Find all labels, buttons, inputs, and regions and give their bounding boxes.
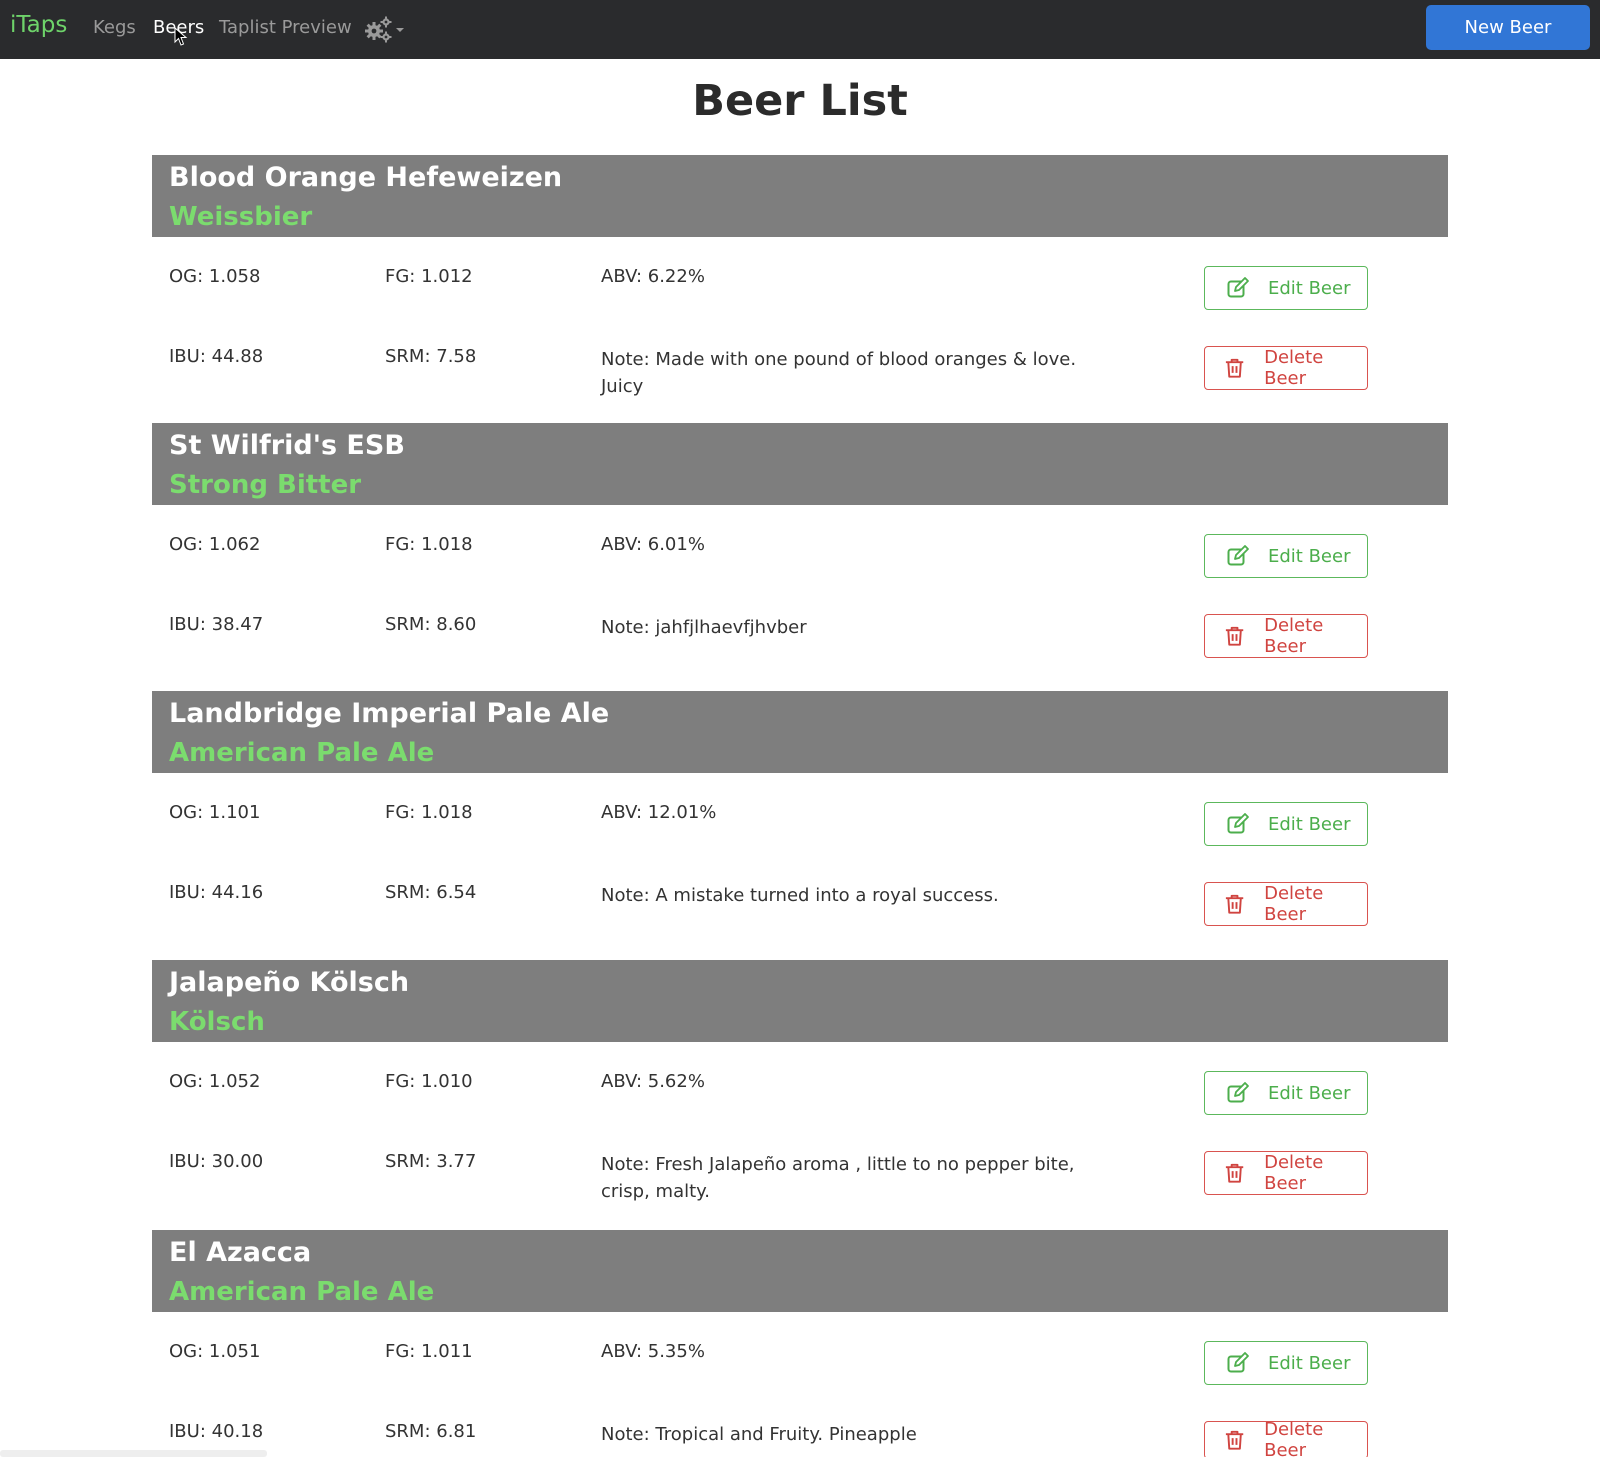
beer-name: Blood Orange Hefeweizen	[169, 162, 563, 193]
edit-beer-label: Edit Beer	[1268, 545, 1351, 567]
beer-style: Kölsch	[169, 1007, 265, 1037]
beer-style: American Pale Ale	[169, 1277, 435, 1307]
edit-icon	[1227, 1352, 1249, 1373]
trash-icon	[1225, 358, 1244, 378]
delete-beer-label: Delete Beer	[1264, 347, 1324, 389]
beer-srm: SRM: 3.77	[385, 1151, 477, 1172]
beer-abv: ABV: 12.01%	[601, 802, 717, 823]
trash-icon	[1225, 894, 1244, 914]
beer-abv: ABV: 5.35%	[601, 1341, 705, 1362]
gear-icon	[365, 16, 404, 43]
page-title: Beer List	[692, 76, 908, 126]
horizontal-scrollbar[interactable]	[0, 1450, 267, 1457]
edit-beer-button[interactable]: Edit Beer	[1204, 1071, 1368, 1115]
trash-icon	[1225, 626, 1244, 646]
beer-note: Note: Fresh Jalapeño aroma , little to n…	[601, 1154, 1075, 1202]
delete-beer-label: Delete Beer	[1264, 615, 1324, 657]
edit-beer-button[interactable]: Edit Beer	[1204, 534, 1368, 578]
edit-beer-button[interactable]: Edit Beer	[1204, 802, 1368, 846]
delete-beer-button[interactable]: Delete Beer	[1204, 1419, 1368, 1457]
edit-icon	[1227, 813, 1249, 834]
trash-icon	[1225, 1430, 1244, 1450]
beer-name: Landbridge Imperial Pale Ale	[169, 698, 610, 729]
edit-beer-button[interactable]: Edit Beer	[1204, 266, 1368, 310]
beer-style: Weissbier	[169, 202, 313, 232]
beer-og: OG: 1.058	[169, 266, 261, 287]
beer-fg: FG: 1.018	[385, 534, 473, 555]
beer-header: Blood Orange Hefeweizen Weissbier	[152, 155, 1448, 237]
beer-note: Note: Tropical and Fruity. Pineapple	[601, 1424, 917, 1445]
beer-og: OG: 1.062	[169, 534, 261, 555]
nav-link-kegs[interactable]: Kegs	[93, 17, 136, 38]
edit-icon	[1227, 545, 1249, 566]
beer-ibu: IBU: 44.88	[169, 346, 264, 367]
beer-name: Jalapeño Kölsch	[169, 967, 410, 998]
edit-beer-label: Edit Beer	[1268, 277, 1351, 299]
beer-fg: FG: 1.011	[385, 1341, 473, 1362]
delete-beer-button[interactable]: Delete Beer	[1204, 1151, 1368, 1195]
beer-style: American Pale Ale	[169, 738, 435, 768]
delete-beer-button[interactable]: Delete Beer	[1204, 614, 1368, 658]
beer-srm: SRM: 8.60	[385, 614, 477, 635]
beer-note: Note: jahfjlhaevfjhvber	[601, 617, 807, 638]
beer-name: St Wilfrid's ESB	[169, 430, 405, 461]
edit-icon	[1227, 277, 1249, 298]
delete-beer-label: Delete Beer	[1264, 1152, 1324, 1194]
trash-icon	[1225, 1163, 1244, 1183]
beer-abv: ABV: 5.62%	[601, 1071, 705, 1092]
edit-beer-label: Edit Beer	[1268, 813, 1351, 835]
beer-ibu: IBU: 44.16	[169, 882, 264, 903]
beer-ibu: IBU: 30.00	[169, 1151, 264, 1172]
beer-og: OG: 1.101	[169, 802, 261, 823]
beer-fg: FG: 1.018	[385, 802, 473, 823]
beer-ibu: IBU: 38.47	[169, 614, 264, 635]
edit-beer-label: Edit Beer	[1268, 1352, 1351, 1374]
beer-style: Strong Bitter	[169, 470, 362, 500]
beer-fg: FG: 1.010	[385, 1071, 473, 1092]
beer-fg: FG: 1.012	[385, 266, 473, 287]
nav-link-taplist-preview[interactable]: Taplist Preview	[219, 17, 352, 38]
edit-beer-button[interactable]: Edit Beer	[1204, 1341, 1368, 1385]
beer-srm: SRM: 7.58	[385, 346, 477, 367]
beer-header: Landbridge Imperial Pale Ale American Pa…	[152, 691, 1448, 773]
delete-beer-label: Delete Beer	[1264, 883, 1324, 925]
beer-abv: ABV: 6.22%	[601, 266, 705, 287]
beer-card: Blood Orange Hefeweizen Weissbier OG: 1.…	[152, 155, 1448, 423]
beer-card: Jalapeño Kölsch Kölsch OG: 1.052 FG: 1.0…	[152, 960, 1448, 1228]
mouse-cursor-icon	[174, 27, 188, 46]
edit-icon	[1227, 1082, 1249, 1103]
beer-og: OG: 1.051	[169, 1341, 261, 1362]
beer-srm: SRM: 6.54	[385, 882, 477, 903]
beer-card: Landbridge Imperial Pale Ale American Pa…	[152, 691, 1448, 959]
beer-ibu: IBU: 40.18	[169, 1421, 264, 1442]
delete-beer-button[interactable]: Delete Beer	[1204, 882, 1368, 926]
beer-abv: ABV: 6.01%	[601, 534, 705, 555]
new-beer-button[interactable]: New Beer	[1426, 5, 1590, 50]
caret-down-icon	[396, 28, 404, 32]
brand-logo[interactable]: iTaps	[10, 12, 67, 38]
beer-srm: SRM: 6.81	[385, 1421, 477, 1442]
beer-og: OG: 1.052	[169, 1071, 261, 1092]
beer-card: El Azacca American Pale Ale OG: 1.051 FG…	[152, 1230, 1448, 1457]
settings-dropdown[interactable]	[364, 15, 408, 43]
delete-beer-button[interactable]: Delete Beer	[1204, 346, 1368, 390]
beer-header: Jalapeño Kölsch Kölsch	[152, 960, 1448, 1042]
beer-note: Note: A mistake turned into a royal succ…	[601, 885, 999, 906]
beer-card: St Wilfrid's ESB Strong Bitter OG: 1.062…	[152, 423, 1448, 691]
beer-header: St Wilfrid's ESB Strong Bitter	[152, 423, 1448, 505]
delete-beer-label: Delete Beer	[1264, 1419, 1324, 1457]
beer-note: Note: Made with one pound of blood orang…	[601, 349, 1077, 397]
beer-header: El Azacca American Pale Ale	[152, 1230, 1448, 1312]
beer-name: El Azacca	[169, 1237, 312, 1268]
edit-beer-label: Edit Beer	[1268, 1082, 1351, 1104]
navbar: iTaps Kegs Beers Taplist Preview New Bee…	[0, 0, 1600, 59]
